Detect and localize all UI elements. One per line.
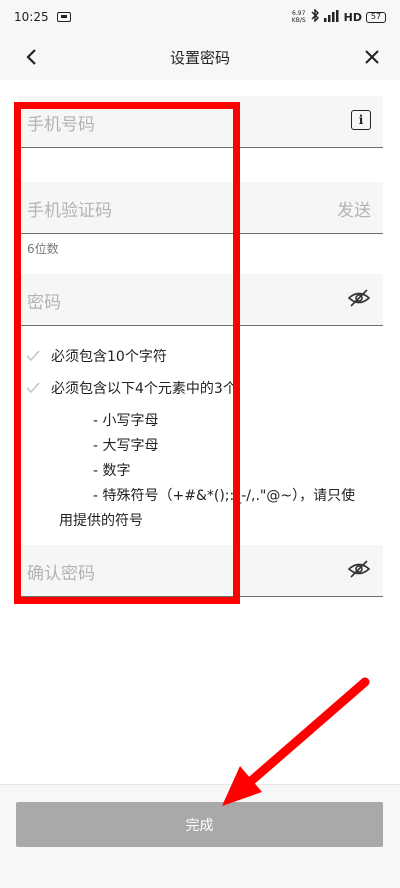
close-icon [365, 50, 379, 64]
close-button[interactable] [358, 43, 386, 71]
password-visibility-toggle[interactable] [347, 288, 371, 312]
code-hint: 6位数 [27, 242, 59, 256]
rule-item-special: - 特殊符号（+#&*();:_-/,."@~），请只使 [93, 488, 356, 504]
signal-hd-label: HD [343, 10, 362, 24]
footer: 完成 [0, 784, 400, 888]
confirm-visibility-toggle[interactable] [347, 559, 371, 583]
confirm-password-label: 确认密码 [27, 564, 95, 584]
nav-bar: 设置密码 [0, 34, 400, 80]
rule-length: 必须包含10个字符 [25, 346, 167, 366]
chevron-left-icon [26, 49, 36, 65]
rule-item-special-continued: 用提供的符号 [59, 513, 143, 529]
rule-complexity: 必须包含以下4个元素中的3个 [25, 378, 237, 398]
network-speed: 6.97 KB/S [291, 10, 306, 24]
done-button[interactable]: 完成 [16, 802, 383, 847]
password-form: 手机号码 i 手机验证码 发送 6位数 密码 必须包含10个字符 必须包含以下4… [0, 80, 400, 784]
eye-off-icon [347, 560, 371, 578]
send-code-button[interactable]: 发送 [337, 196, 371, 221]
phone-field[interactable]: 手机号码 i [17, 96, 383, 148]
verification-code-field[interactable]: 手机验证码 发送 [17, 182, 383, 234]
info-icon[interactable]: i [351, 110, 371, 130]
status-bar: 10:25 6.97 KB/S HD 57 [0, 0, 400, 34]
check-icon [26, 382, 40, 394]
status-time: 10:25 [14, 10, 49, 24]
verification-code-label: 手机验证码 [27, 201, 112, 221]
password-field-label: 密码 [27, 293, 61, 313]
back-button[interactable] [18, 43, 46, 71]
eye-off-icon [347, 289, 371, 307]
confirm-password-field[interactable]: 确认密码 [17, 545, 383, 597]
password-field[interactable]: 密码 [17, 274, 383, 326]
rule-item-lowercase: - 小写字母 [93, 413, 159, 429]
page-title: 设置密码 [169, 48, 230, 67]
notification-icon [56, 12, 71, 22]
rule-item-number: - 数字 [93, 463, 131, 479]
phone-field-label: 手机号码 [27, 115, 95, 135]
bluetooth-icon [310, 8, 320, 25]
signal-icon [323, 9, 340, 25]
check-icon [26, 350, 40, 362]
battery-icon: 57 [366, 11, 386, 23]
rule-item-uppercase: - 大写字母 [93, 438, 159, 454]
